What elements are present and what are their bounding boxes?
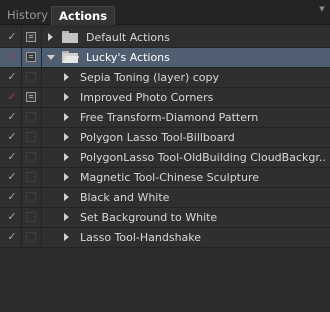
- expand-right-triangle-icon[interactable]: [64, 153, 69, 161]
- action-row[interactable]: ✓ Set Background to White: [0, 208, 330, 228]
- toggle-item-cell[interactable]: ✓: [0, 228, 22, 247]
- toggle-dialog-cell[interactable]: [22, 108, 42, 127]
- action-row[interactable]: ✓ Polygon Lasso Tool-Billboard: [0, 128, 330, 148]
- actions-panel: History Actions ▼ ✓ Default Actions ✓ Lucky…: [0, 0, 330, 312]
- toggle-dialog-cell[interactable]: [22, 188, 42, 207]
- checkmark-icon[interactable]: ✓: [6, 131, 18, 143]
- toggle-dialog-cell[interactable]: [22, 228, 42, 247]
- checkmark-icon[interactable]: ✓: [6, 51, 18, 63]
- expand-right-triangle-icon[interactable]: [64, 233, 69, 241]
- dialog-toggle-icon[interactable]: [26, 52, 36, 62]
- toggle-dialog-cell[interactable]: [22, 208, 42, 227]
- action-set-label: Lucky's Actions: [86, 51, 170, 64]
- action-label: PolygonLasso Tool-OldBuilding CloudBackg…: [80, 151, 326, 164]
- dialog-toggle-empty[interactable]: [26, 232, 36, 242]
- expand-right-triangle-icon[interactable]: [64, 193, 69, 201]
- action-row[interactable]: ✓ Magnetic Tool-Chinese Sculpture: [0, 168, 330, 188]
- toggle-dialog-cell[interactable]: [22, 88, 42, 107]
- expand-down-triangle-icon[interactable]: [47, 55, 55, 60]
- toggle-item-cell[interactable]: ✓: [0, 208, 22, 227]
- tab-actions[interactable]: Actions: [51, 6, 116, 25]
- toggle-item-cell[interactable]: ✓: [0, 188, 22, 207]
- action-row[interactable]: ✓ Black and White: [0, 188, 330, 208]
- action-row[interactable]: ✓ Improved Photo Corners: [0, 88, 330, 108]
- expand-right-triangle-icon[interactable]: [64, 73, 69, 81]
- toggle-dialog-cell[interactable]: [22, 68, 42, 87]
- action-label: Black and White: [80, 191, 170, 204]
- action-label: Improved Photo Corners: [80, 91, 214, 104]
- action-label: Set Background to White: [80, 211, 218, 224]
- toggle-item-cell[interactable]: ✓: [0, 88, 22, 107]
- toggle-item-cell[interactable]: ✓: [0, 168, 22, 187]
- action-label: Lasso Tool-Handshake: [80, 231, 202, 244]
- toggle-item-cell[interactable]: ✓: [0, 48, 22, 67]
- dialog-toggle-empty[interactable]: [26, 172, 36, 182]
- toggle-item-cell[interactable]: ✓: [0, 68, 22, 87]
- toggle-dialog-cell[interactable]: [22, 128, 42, 147]
- dialog-toggle-empty[interactable]: [26, 152, 36, 162]
- expand-right-triangle-icon[interactable]: [48, 33, 53, 41]
- panel-tab-bar: History Actions ▼: [0, 0, 330, 25]
- toggle-item-cell[interactable]: ✓: [0, 28, 22, 47]
- checkmark-icon[interactable]: ✓: [6, 211, 18, 223]
- toggle-item-cell[interactable]: ✓: [0, 108, 22, 127]
- action-label: Magnetic Tool-Chinese Sculpture: [80, 171, 260, 184]
- toggle-item-cell[interactable]: ✓: [0, 128, 22, 147]
- dialog-toggle-icon[interactable]: [26, 32, 36, 42]
- checkmark-icon[interactable]: ✓: [6, 171, 18, 183]
- action-row[interactable]: ✓ Lasso Tool-Handshake: [0, 228, 330, 248]
- dialog-toggle-empty[interactable]: [26, 112, 36, 122]
- expand-right-triangle-icon[interactable]: [64, 113, 69, 121]
- checkmark-icon[interactable]: ✓: [6, 31, 18, 43]
- action-label: Free Transform-Diamond Pattern: [80, 111, 259, 124]
- tab-history[interactable]: History: [0, 6, 56, 25]
- expand-right-triangle-icon[interactable]: [64, 133, 69, 141]
- action-label: Polygon Lasso Tool-Billboard: [80, 131, 235, 144]
- folder-open-icon: [62, 51, 79, 63]
- action-label: Sepia Toning (layer) copy: [80, 71, 220, 84]
- toggle-dialog-cell[interactable]: [22, 28, 42, 47]
- action-row[interactable]: ✓ Sepia Toning (layer) copy: [0, 68, 330, 88]
- expand-right-triangle-icon[interactable]: [64, 93, 69, 101]
- checkmark-icon[interactable]: ✓: [6, 231, 18, 243]
- dialog-toggle-empty[interactable]: [26, 132, 36, 142]
- expand-right-triangle-icon[interactable]: [64, 173, 69, 181]
- checkmark-icon[interactable]: ✓: [6, 91, 18, 103]
- action-row[interactable]: ✓ PolygonLasso Tool-OldBuilding CloudBack…: [0, 148, 330, 168]
- dialog-toggle-empty[interactable]: [26, 192, 36, 202]
- dialog-toggle-icon[interactable]: [26, 92, 36, 102]
- panel-menu-icon[interactable]: ▼: [317, 5, 327, 13]
- toggle-dialog-cell[interactable]: [22, 48, 42, 67]
- expand-right-triangle-icon[interactable]: [64, 213, 69, 221]
- checkmark-icon[interactable]: ✓: [6, 191, 18, 203]
- folder-icon: [62, 31, 78, 43]
- action-set-row[interactable]: ✓ Lucky's Actions: [0, 48, 330, 68]
- actions-list: ✓ Default Actions ✓ Lucky's Actions ✓ Sepia T…: [0, 28, 330, 248]
- action-set-label: Default Actions: [86, 31, 170, 44]
- toggle-item-cell[interactable]: ✓: [0, 148, 22, 167]
- checkmark-icon[interactable]: ✓: [6, 71, 18, 83]
- action-row[interactable]: ✓ Free Transform-Diamond Pattern: [0, 108, 330, 128]
- action-set-row[interactable]: ✓ Default Actions: [0, 28, 330, 48]
- toggle-dialog-cell[interactable]: [22, 168, 42, 187]
- toggle-dialog-cell[interactable]: [22, 148, 42, 167]
- checkmark-icon[interactable]: ✓: [6, 151, 18, 163]
- dialog-toggle-empty[interactable]: [26, 212, 36, 222]
- dialog-toggle-empty[interactable]: [26, 72, 36, 82]
- checkmark-icon[interactable]: ✓: [6, 111, 18, 123]
